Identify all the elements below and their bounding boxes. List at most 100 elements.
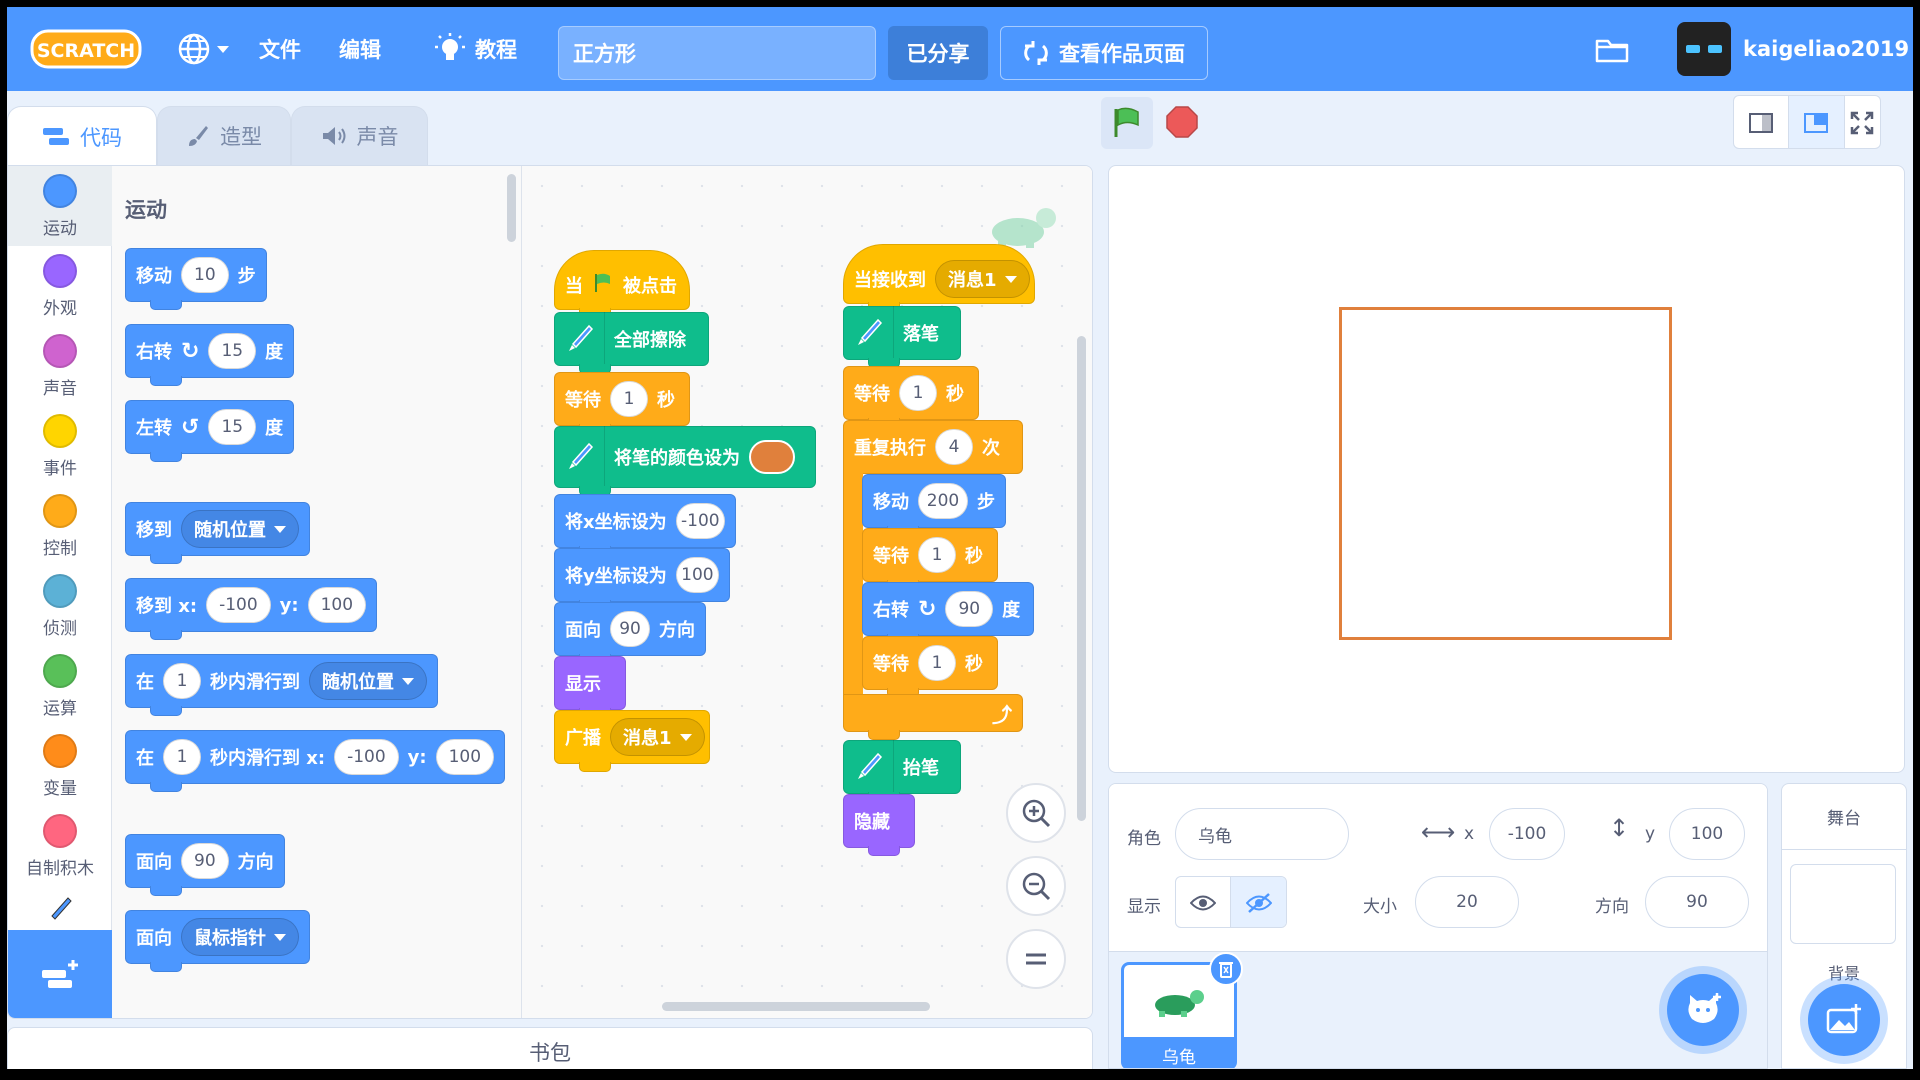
block-show[interactable]: 显示 [554, 656, 626, 718]
stage-selector[interactable]: 舞台 背景 [1781, 783, 1907, 1069]
degrees-input[interactable]: 15 [208, 333, 257, 369]
category-motion[interactable]: 运动 [8, 166, 112, 246]
pen-extension-icon[interactable] [44, 896, 74, 926]
backpack[interactable]: 书包 [7, 1027, 1093, 1069]
file-menu[interactable]: 文件 [259, 7, 301, 91]
block-when-flag-clicked[interactable]: 当被点击 [554, 250, 690, 318]
stage-thumbnail[interactable] [1790, 864, 1896, 944]
show-sprite-button[interactable] [1176, 877, 1232, 927]
pen-color-swatch[interactable] [749, 440, 795, 474]
repeat-count-input[interactable]: 4 [935, 429, 973, 465]
target-dropdown[interactable]: 随机位置 [181, 510, 299, 548]
category-sensing[interactable]: 侦测 [8, 566, 112, 646]
block-go-to[interactable]: 移到 随机位置 [125, 502, 310, 564]
block-set-x[interactable]: 将x坐标设为 -100 [554, 494, 736, 556]
sprite-name-input[interactable]: 乌龟 [1175, 808, 1349, 860]
large-stage-button[interactable] [1789, 96, 1845, 148]
block-point-towards[interactable]: 面向 鼠标指针 [125, 910, 310, 972]
category-control[interactable]: 控制 [8, 486, 112, 566]
share-button[interactable]: 已分享 [888, 26, 988, 80]
direction-input[interactable]: 90 [181, 843, 229, 879]
choose-sprite-button[interactable] [1667, 974, 1739, 1046]
project-title-input[interactable]: 正方形 [558, 26, 876, 80]
block-wait[interactable]: 等待 1 秒 [862, 528, 998, 590]
edit-menu[interactable]: 编辑 [339, 7, 381, 91]
category-looks[interactable]: 外观 [8, 246, 112, 326]
tutorials-button[interactable]: 教程 [435, 7, 517, 91]
fullscreen-button[interactable] [1845, 96, 1881, 148]
hide-sprite-button[interactable] [1231, 877, 1286, 927]
tab-costumes[interactable]: 造型 [157, 106, 291, 165]
block-erase-all[interactable]: 全部擦除 [554, 312, 709, 374]
block-when-i-receive[interactable]: 当接收到 消息1 [843, 244, 1035, 312]
block-set-pen-color[interactable]: 将笔的颜色设为 [554, 426, 816, 496]
seconds-input[interactable]: 1 [610, 381, 648, 417]
size-input[interactable]: 20 [1415, 876, 1519, 928]
zoom-reset-button[interactable] [1006, 929, 1066, 989]
choose-backdrop-button[interactable] [1808, 984, 1880, 1056]
block-pen-down[interactable]: 落笔 [843, 306, 961, 368]
degrees-input[interactable]: 90 [945, 591, 994, 627]
category-events[interactable]: 事件 [8, 406, 112, 486]
block-glide-to-xy[interactable]: 在 1 秒内滑行到 x: -100 y: 100 [125, 730, 506, 792]
block-broadcast[interactable]: 广播 消息1 [554, 710, 710, 772]
seconds-input[interactable]: 1 [163, 663, 201, 699]
scratch-logo[interactable]: SCRATCH [27, 7, 145, 91]
palette-scrollbar[interactable] [507, 174, 516, 242]
script-workspace[interactable]: 当被点击 全部擦除 等待 1 秒 将笔的颜色设为 将x坐标设为 -100 将y坐标设为… [522, 166, 1092, 1018]
y-input[interactable]: 100 [675, 557, 719, 593]
x-input[interactable]: -100 [206, 587, 271, 623]
block-hide[interactable]: 隐藏 [843, 794, 915, 856]
block-move-steps[interactable]: 移动 10 步 [125, 248, 267, 310]
y-input[interactable]: 100 [307, 587, 367, 623]
delete-sprite-button[interactable] [1209, 952, 1243, 986]
steps-input[interactable]: 200 [918, 483, 968, 519]
block-glide-to[interactable]: 在 1 秒内滑行到 随机位置 [125, 654, 438, 716]
block-pen-up[interactable]: 抬笔 [843, 740, 961, 802]
tab-code[interactable]: 代码 [7, 106, 157, 167]
direction-input[interactable]: 90 [1645, 876, 1749, 928]
zoom-in-button[interactable] [1006, 783, 1066, 843]
category-operators[interactable]: 运算 [8, 646, 112, 726]
direction-input[interactable]: 90 [610, 611, 650, 647]
workspace-horizontal-scrollbar[interactable] [662, 1002, 930, 1011]
block-point-in-direction[interactable]: 面向 90 方向 [125, 834, 285, 896]
category-my-blocks[interactable]: 自制积木 [8, 806, 112, 886]
block-wait[interactable]: 等待 1 秒 [843, 366, 979, 428]
category-variables[interactable]: 变量 [8, 726, 112, 806]
target-dropdown[interactable]: 鼠标指针 [181, 918, 299, 956]
add-extension-button[interactable] [8, 930, 112, 1018]
language-menu[interactable] [177, 7, 229, 91]
seconds-input[interactable]: 1 [918, 645, 956, 681]
y-position-input[interactable]: 100 [1669, 808, 1745, 860]
y-input[interactable]: 100 [435, 739, 495, 775]
x-input[interactable]: -100 [334, 739, 399, 775]
green-flag-button[interactable] [1101, 97, 1153, 149]
block-turn-right[interactable]: 右转 ↻ 15 度 [125, 324, 295, 386]
target-dropdown[interactable]: 随机位置 [309, 662, 427, 700]
block-point-in-direction[interactable]: 面向 90 方向 [554, 602, 706, 664]
block-turn-left[interactable]: 左转 ↺ 15 度 [125, 400, 295, 462]
small-stage-button[interactable] [1734, 96, 1790, 148]
workspace-vertical-scrollbar[interactable] [1077, 336, 1086, 821]
seconds-input[interactable]: 1 [163, 739, 201, 775]
degrees-input[interactable]: 15 [208, 409, 257, 445]
message-dropdown[interactable]: 消息1 [935, 260, 1030, 298]
block-go-to-xy[interactable]: 移到 x: -100 y: 100 [125, 578, 378, 640]
block-turn-right[interactable]: 右转 ↻ 90 度 [862, 582, 1034, 644]
seconds-input[interactable]: 1 [918, 537, 956, 573]
block-move-steps[interactable]: 移动 200 步 [862, 474, 1006, 536]
block-wait[interactable]: 等待 1 秒 [554, 372, 690, 434]
account-menu[interactable]: kaigeliao2019 [1677, 7, 1913, 91]
block-wait[interactable]: 等待 1 秒 [862, 636, 998, 698]
zoom-out-button[interactable] [1006, 856, 1066, 916]
message-dropdown[interactable]: 消息1 [610, 718, 705, 756]
x-position-input[interactable]: -100 [1489, 808, 1565, 860]
see-project-page-button[interactable]: 查看作品页面 [1000, 26, 1208, 80]
x-input[interactable]: -100 [675, 503, 725, 539]
stage-canvas[interactable] [1108, 165, 1905, 773]
tab-sounds[interactable]: 声音 [291, 106, 428, 165]
steps-input[interactable]: 10 [181, 257, 229, 293]
category-sound[interactable]: 声音 [8, 326, 112, 406]
block-repeat[interactable]: 重复执行 4 次 [843, 420, 1023, 474]
